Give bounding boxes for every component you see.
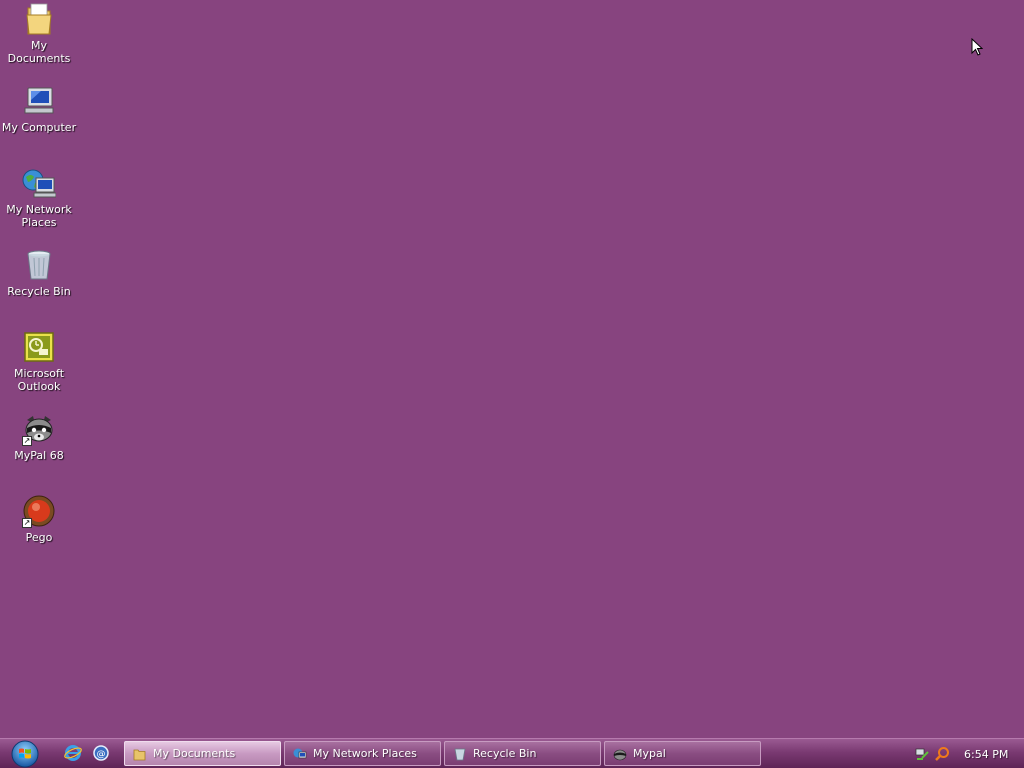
desktop-icon-my-documents[interactable]: My Documents [0,2,78,65]
internet-explorer-icon[interactable] [64,744,82,762]
task-button-recycle-bin[interactable]: Recycle Bin [444,741,601,766]
task-button-my-network-places[interactable]: My Network Places [284,741,441,766]
clock[interactable]: 6:54 PM [964,748,1008,761]
desktop-icon-pego[interactable]: ↗ Pego [0,494,78,544]
folder-icon [133,747,147,761]
mouse-cursor-icon [971,37,984,60]
task-button-label: My Documents [153,747,236,760]
system-tray: 6:54 PM [914,739,1008,768]
show-desktop-icon[interactable]: @ [92,744,110,762]
desktop-icon-my-network-places[interactable]: My Network Places [0,166,78,229]
svg-text:@: @ [97,750,106,760]
recycle-bin-icon [453,747,467,761]
outlook-icon [22,330,56,364]
network-places-icon [22,166,56,200]
task-button-label: My Network Places [313,747,417,760]
desktop-icon-label: My Network Places [6,203,72,229]
desktop-icon-label: My Computer [1,121,77,134]
desktop-icon-label: Recycle Bin [7,285,71,298]
desktop-icon-label: Microsoft Outlook [13,367,65,393]
taskbar: @ My Documents My Network Places Recycle… [0,738,1024,768]
desktop-icon-label: Pego [25,531,53,544]
pego-icon: ↗ [22,494,56,528]
search-tray-icon[interactable] [934,746,950,762]
recycle-bin-icon [22,248,56,282]
shortcut-arrow-icon: ↗ [22,436,32,446]
desktop-icon-label: MyPal 68 [14,449,64,462]
desktop-icon-my-computer[interactable]: My Computer [0,84,78,134]
mypal-raccoon-icon [613,747,627,761]
computer-icon [22,84,56,118]
windows-start-orb-icon [11,740,39,768]
network-places-icon [293,747,307,761]
task-button-mypal[interactable]: Mypal [604,741,761,766]
network-tray-icon[interactable] [914,746,930,762]
mypal-raccoon-icon: ↗ [22,412,56,446]
desktop-icon-recycle-bin[interactable]: Recycle Bin [0,248,78,298]
folder-icon [22,2,56,36]
desktop-icon-microsoft-outlook[interactable]: Microsoft Outlook [0,330,78,393]
start-button[interactable] [6,740,44,768]
desktop-icon-label: My Documents [7,39,71,65]
desktop-icon-mypal-68[interactable]: ↗ MyPal 68 [0,412,78,462]
task-button-label: Mypal [633,747,666,760]
shortcut-arrow-icon: ↗ [22,518,32,528]
task-button-label: Recycle Bin [473,747,537,760]
task-button-my-documents[interactable]: My Documents [124,741,281,766]
